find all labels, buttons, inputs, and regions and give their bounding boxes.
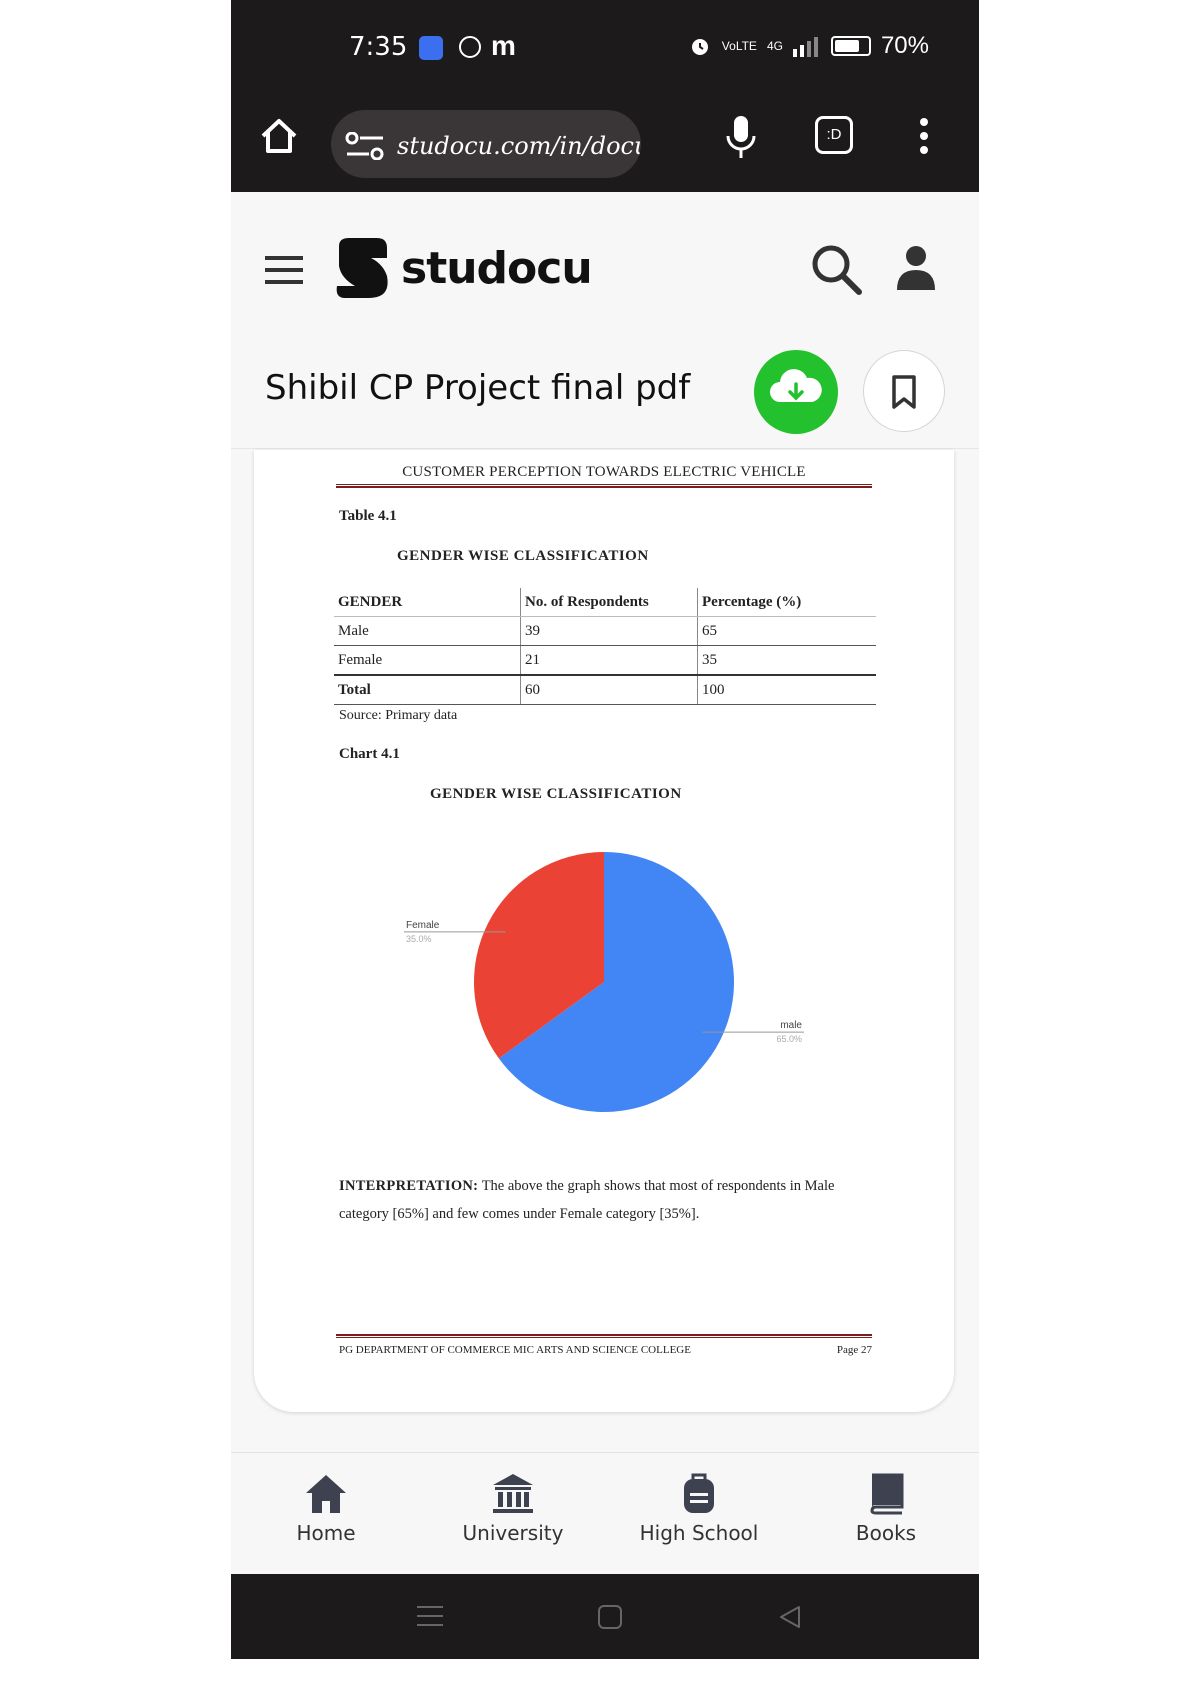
interpretation-paragraph: INTERPRETATION: The above the graph show…	[339, 1172, 879, 1228]
table-header-row: GENDER No. of Respondents Percentage (%)	[334, 588, 876, 617]
table-cell: 21	[520, 645, 698, 676]
status-time: 7:35	[349, 32, 408, 62]
table-header-cell: Percentage (%)	[697, 588, 876, 617]
browser-toolbar: studocu.com/in/docum :D	[231, 96, 979, 192]
home-system-icon[interactable]	[597, 1604, 623, 1635]
table-source: Source: Primary data	[339, 708, 458, 723]
bookmark-icon	[892, 375, 916, 409]
page-footer: PG DEPARTMENT OF COMMERCE MIC ARTS AND S…	[339, 1344, 691, 1356]
status-bar: 7:35 m VoLTE 4G 70%	[231, 0, 979, 96]
page-number: Page 27	[836, 1344, 872, 1356]
table-cell: 60	[520, 674, 698, 705]
studocu-logo-icon	[336, 238, 388, 298]
battery-level: 70%	[880, 32, 929, 59]
download-button[interactable]	[754, 350, 838, 434]
bottom-navigation: Home University High School Books	[231, 1452, 979, 1575]
status-indicators: VoLTE 4G 70%	[688, 32, 929, 60]
chart-label: Chart 4.1	[339, 746, 400, 762]
tab-switcher-button[interactable]: :D	[815, 116, 853, 154]
signal-icon	[792, 37, 818, 57]
site-settings-icon[interactable]	[345, 131, 385, 165]
table-label: Table 4.1	[339, 508, 397, 524]
volte-indicator: VoLTE	[721, 39, 757, 53]
footer-rule	[336, 1334, 872, 1338]
home-icon	[306, 1475, 346, 1513]
system-navigation-bar	[231, 1574, 979, 1659]
backpack-icon	[684, 1473, 714, 1513]
table-title: GENDER WISE CLASSIFICATION	[397, 548, 649, 564]
battery-icon	[830, 36, 871, 56]
document-page: CUSTOMER PERCEPTION TOWARDS ELECTRIC VEH…	[254, 450, 954, 1412]
studocu-logo[interactable]: studocu	[331, 236, 593, 300]
table-cell: 35	[697, 645, 876, 676]
pie-category-label: Female	[406, 920, 440, 931]
address-bar[interactable]: studocu.com/in/docum	[331, 110, 641, 178]
nav-label: University	[462, 1521, 564, 1545]
nav-item-home[interactable]: Home	[256, 1471, 396, 1545]
search-icon[interactable]	[809, 242, 863, 301]
app-notification-icon-2	[459, 36, 481, 58]
site-header: studocu Shibil CP Project final pdf	[231, 192, 979, 449]
university-icon	[493, 1474, 533, 1513]
home-icon[interactable]	[257, 114, 301, 163]
interpretation-label: INTERPRETATION:	[339, 1178, 479, 1194]
chart-title: GENDER WISE CLASSIFICATION	[430, 786, 682, 802]
page-header: CUSTOMER PERCEPTION TOWARDS ELECTRIC VEH…	[402, 464, 806, 480]
table-cell: Female	[334, 645, 521, 676]
nav-label: High School	[639, 1521, 759, 1545]
header-rule	[336, 484, 872, 488]
pie-percent-label: 65.0%	[776, 1034, 802, 1044]
table-row: Female 21 35	[334, 645, 876, 676]
recent-apps-icon[interactable]	[417, 1604, 443, 1633]
table-cell: 100	[697, 674, 876, 705]
logo-text: studocu	[401, 242, 593, 294]
pie-chart: male 65.0% Female 35.0%	[404, 852, 804, 1112]
app-badge: m	[491, 30, 516, 61]
phone-screen: 7:35 m VoLTE 4G 70% studocu.com/in/docum…	[231, 0, 979, 1659]
table-cell: 65	[697, 616, 876, 646]
table-total-row: Total 60 100	[334, 674, 876, 705]
nav-label: Home	[296, 1521, 356, 1545]
pie-category-label: male	[780, 1020, 802, 1031]
data-table: GENDER No. of Respondents Percentage (%)…	[334, 588, 876, 705]
document-title: Shibil CP Project final pdf	[265, 368, 691, 408]
nav-item-books[interactable]: Books	[816, 1471, 956, 1545]
nav-label: Books	[855, 1521, 917, 1545]
nav-item-university[interactable]: University	[443, 1471, 583, 1545]
back-icon[interactable]	[777, 1604, 803, 1635]
nav-item-high-school[interactable]: High School	[629, 1471, 769, 1545]
alarm-icon	[691, 39, 708, 55]
url-text: studocu.com/in/docum	[397, 132, 641, 160]
table-cell: Male	[334, 616, 521, 646]
hamburger-menu-icon[interactable]	[265, 254, 303, 291]
pie-percent-label: 35.0%	[406, 934, 432, 944]
user-account-icon[interactable]	[895, 244, 937, 295]
book-icon	[870, 1473, 904, 1515]
cloud-download-icon	[770, 369, 822, 402]
table-row: Male 39 65	[334, 616, 876, 646]
more-options-icon[interactable]	[917, 114, 931, 163]
network-type-indicator: 4G	[766, 39, 783, 53]
table-header-cell: No. of Respondents	[520, 588, 698, 617]
table-cell: Total	[334, 674, 521, 705]
table-cell: 39	[520, 616, 698, 646]
table-header-cell: GENDER	[334, 588, 521, 617]
microphone-icon[interactable]	[721, 114, 761, 165]
bookmark-button[interactable]	[863, 350, 945, 432]
app-notification-icon	[419, 36, 443, 60]
